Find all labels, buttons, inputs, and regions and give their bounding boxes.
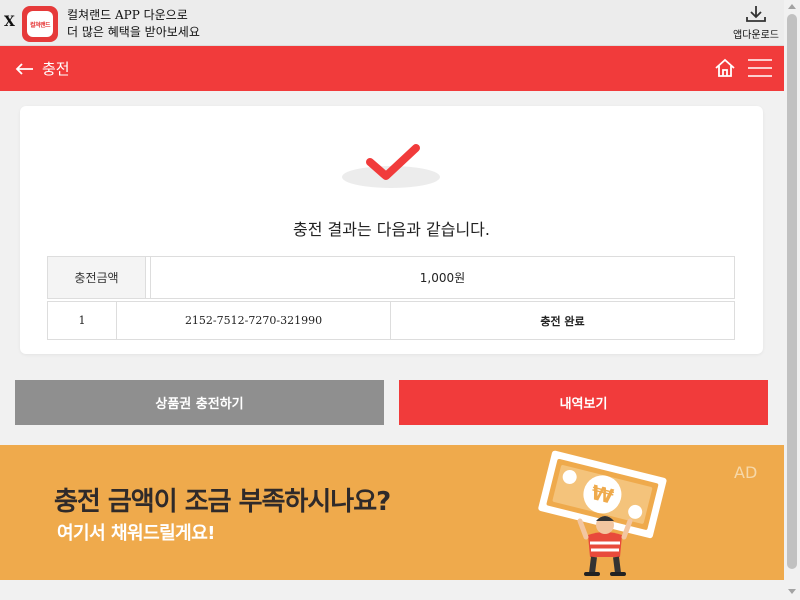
download-label: 앱다운로드 [733,30,779,41]
table-row: 1 2152-7512-7270-321990 충전 완료 [47,301,735,340]
ad-headline: 충전 금액이 조금 부족하시나요? [54,487,391,517]
charge-gift-card-button[interactable]: 상품권 충전하기 [15,380,384,425]
scroll-down-arrow-icon[interactable] [788,589,796,594]
app-download-button[interactable]: 앱다운로드 [728,4,784,41]
amount-label: 충전금액 [48,257,146,298]
banner-line-2: 더 많은 혜택을 받아보세요 [67,25,200,39]
banner-text: 컬쳐랜드 APP 다운으로 더 많은 혜택을 받아보세요 [67,7,200,41]
view-history-button[interactable]: 내역보기 [399,380,768,425]
download-icon [746,6,766,22]
success-indicator [342,142,442,192]
row-index: 1 [48,302,117,339]
home-icon [715,58,735,77]
app-logo[interactable]: 컬쳐랜드 [22,6,58,42]
home-button[interactable] [714,57,736,83]
banner-line-1: 컬쳐랜드 APP 다운으로 [67,8,188,22]
check-icon [366,144,420,180]
app-download-banner: X 컬쳐랜드 컬쳐랜드 APP 다운으로 더 많은 혜택을 받아보세요 앱다운로… [0,0,784,46]
app-logo-text: 컬쳐랜드 [27,11,53,37]
amount-value: 1,000원 [150,257,734,298]
result-card: 충전 결과는 다음과 같습니다. 충전금액 1,000원 1 2152-7512… [20,106,763,354]
menu-icon [748,59,772,77]
page-title: 충전 [42,60,70,78]
banner-close-button[interactable]: X [4,14,15,30]
page-scrollbar[interactable] [784,0,800,600]
charge-status: 충전 완료 [540,314,585,328]
amount-row: 충전금액 1,000원 [47,256,735,299]
ad-label: AD [734,463,758,482]
ad-subline: 여기서 채워드릴게요! [57,523,216,544]
scroll-thumb[interactable] [787,14,797,569]
pin-code: 2152-7512-7270-321990 [117,302,391,339]
ad-banner[interactable]: 충전 금액이 조금 부족하시나요? 여기서 채워드릴게요! AD ₩ [0,445,784,580]
result-message: 충전 결과는 다음과 같습니다. [293,220,490,239]
page-header: 충전 [0,46,784,91]
back-arrow-icon [15,62,33,75]
money-carrier-illustration: ₩ [538,450,667,576]
back-button[interactable]: 충전 [14,58,70,79]
scroll-up-arrow-icon[interactable] [788,4,796,9]
menu-button[interactable] [747,58,773,82]
